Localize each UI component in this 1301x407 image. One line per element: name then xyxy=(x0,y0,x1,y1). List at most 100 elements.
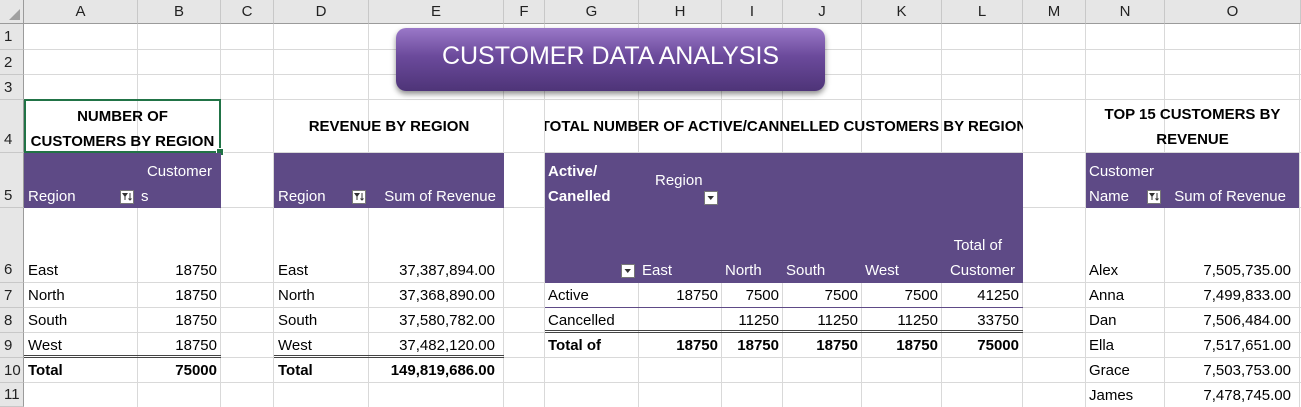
region-col-west[interactable]: West xyxy=(865,262,899,280)
select-all-corner[interactable] xyxy=(0,0,24,24)
row-header-6[interactable]: 6 xyxy=(0,208,24,283)
total-col-header-line1[interactable]: Total of xyxy=(942,237,1002,255)
status-col-header-line2[interactable]: Canelled xyxy=(548,188,611,206)
region-col-header[interactable]: Region xyxy=(655,172,703,190)
customer-name-col-header-line2[interactable]: Name xyxy=(1089,188,1129,206)
status-row-value-south[interactable]: 11250 xyxy=(783,312,858,330)
customers-row-count[interactable]: 18750 xyxy=(138,312,217,330)
customers-row-region[interactable]: North xyxy=(28,287,65,305)
region-col-east[interactable]: East xyxy=(642,262,672,280)
customers-total-value[interactable]: 75000 xyxy=(138,362,217,380)
region-dropdown-button[interactable] xyxy=(704,191,718,205)
row-header-1[interactable]: 1 xyxy=(0,24,24,50)
row-header-10[interactable]: 10 xyxy=(0,358,24,383)
status-row-value-west[interactable]: 7500 xyxy=(862,287,938,305)
revenue-total-label[interactable]: Total xyxy=(278,362,313,380)
customers-row-count[interactable]: 18750 xyxy=(138,262,217,280)
revenue-row-region[interactable]: East xyxy=(278,262,308,280)
top-customer-name[interactable]: James xyxy=(1089,387,1133,405)
row-header-9[interactable]: 9 xyxy=(0,333,24,358)
status-grand-total[interactable]: 75000 xyxy=(942,337,1019,355)
customer-name-col-header-line1[interactable]: Customer xyxy=(1089,163,1154,181)
column-header-b[interactable]: B xyxy=(138,0,221,24)
column-header-i[interactable]: I xyxy=(722,0,783,24)
status-row-label[interactable]: Cancelled xyxy=(548,312,615,330)
top-customer-revenue[interactable]: 7,506,484.00 xyxy=(1165,312,1291,330)
top-customer-revenue[interactable]: 7,499,833.00 xyxy=(1165,287,1291,305)
customers-count-col-header-line1[interactable]: Customer xyxy=(138,163,212,181)
customers-row-region[interactable]: West xyxy=(28,337,62,355)
column-header-c[interactable]: C xyxy=(221,0,274,24)
top-customer-name[interactable]: Ella xyxy=(1089,337,1114,355)
status-total-east[interactable]: 18750 xyxy=(639,337,718,355)
status-row-label[interactable]: Active xyxy=(548,287,589,305)
status-row-total[interactable]: 41250 xyxy=(942,287,1019,305)
row-header-8[interactable]: 8 xyxy=(0,308,24,333)
column-header-o[interactable]: O xyxy=(1165,0,1301,24)
status-row-value-east[interactable]: 18750 xyxy=(639,287,718,305)
customers-row-region[interactable]: East xyxy=(28,262,58,280)
column-header-d[interactable]: D xyxy=(274,0,369,24)
row-header-3[interactable]: 3 xyxy=(0,75,24,100)
top-customer-name[interactable]: Grace xyxy=(1089,362,1130,380)
revenue-row-value[interactable]: 37,482,120.00 xyxy=(369,337,495,355)
top-customer-revenue[interactable]: 7,517,651.00 xyxy=(1165,337,1291,355)
top-customers-heading: TOP 15 CUSTOMERS BY REVENUE xyxy=(1086,102,1299,152)
row-header-7[interactable]: 7 xyxy=(0,283,24,308)
revenue-region-col-header[interactable]: Region xyxy=(278,188,326,206)
revenue-row-region[interactable]: West xyxy=(278,337,312,355)
revenue-row-region[interactable]: South xyxy=(278,312,317,330)
status-row-value-south[interactable]: 7500 xyxy=(783,287,858,305)
status-col-header-line1[interactable]: Active/ xyxy=(548,163,597,181)
status-total-south[interactable]: 18750 xyxy=(783,337,858,355)
revenue-region-filter-button[interactable] xyxy=(352,190,366,204)
column-header-l[interactable]: L xyxy=(942,0,1023,24)
column-header-a[interactable]: A xyxy=(24,0,138,24)
status-row-value-north[interactable]: 11250 xyxy=(722,312,779,330)
column-header-k[interactable]: K xyxy=(862,0,942,24)
row-header-4[interactable]: 4 xyxy=(0,100,24,153)
status-dropdown-button[interactable] xyxy=(621,264,635,278)
column-header-f[interactable]: F xyxy=(504,0,545,24)
dashboard-title-banner[interactable]: CUSTOMER DATA ANALYSIS xyxy=(396,28,825,91)
status-total-label[interactable]: Total of xyxy=(548,337,601,355)
column-header-g[interactable]: G xyxy=(545,0,639,24)
revenue-total-value[interactable]: 149,819,686.00 xyxy=(369,362,495,380)
status-row-value-west[interactable]: 11250 xyxy=(862,312,938,330)
status-total-north[interactable]: 18750 xyxy=(722,337,779,355)
column-header-j[interactable]: J xyxy=(783,0,862,24)
row-header-11[interactable]: 11 xyxy=(0,383,24,407)
revenue-row-region[interactable]: North xyxy=(278,287,315,305)
column-header-m[interactable]: M xyxy=(1023,0,1086,24)
region-col-north[interactable]: North xyxy=(725,262,762,280)
top-customers-revenue-col-header[interactable]: Sum of Revenue xyxy=(1165,188,1286,206)
status-total-west[interactable]: 18750 xyxy=(862,337,938,355)
customers-total-label[interactable]: Total xyxy=(28,362,63,380)
customer-name-filter-button[interactable] xyxy=(1147,190,1161,204)
customers-row-count[interactable]: 18750 xyxy=(138,287,217,305)
customers-count-col-header-line2[interactable]: s xyxy=(141,188,149,206)
top-customer-revenue[interactable]: 7,505,735.00 xyxy=(1165,262,1291,280)
column-header-e[interactable]: E xyxy=(369,0,504,24)
row-header-5[interactable]: 5 xyxy=(0,153,24,208)
top-customer-name[interactable]: Dan xyxy=(1089,312,1117,330)
column-header-n[interactable]: N xyxy=(1086,0,1165,24)
status-row-value-north[interactable]: 7500 xyxy=(722,287,779,305)
top-customer-revenue[interactable]: 7,503,753.00 xyxy=(1165,362,1291,380)
region-col-south[interactable]: South xyxy=(786,262,825,280)
customers-region-col-header[interactable]: Region xyxy=(28,188,76,206)
customers-row-count[interactable]: 18750 xyxy=(138,337,217,355)
column-header-h[interactable]: H xyxy=(639,0,722,24)
status-row-total[interactable]: 33750 xyxy=(942,312,1019,330)
customers-region-filter-button[interactable] xyxy=(120,190,134,204)
top-customer-name[interactable]: Anna xyxy=(1089,287,1124,305)
revenue-row-value[interactable]: 37,368,890.00 xyxy=(369,287,495,305)
top-customer-revenue[interactable]: 7,478,745.00 xyxy=(1165,387,1291,405)
row-header-2[interactable]: 2 xyxy=(0,50,24,75)
customers-row-region[interactable]: South xyxy=(28,312,67,330)
revenue-row-value[interactable]: 37,387,894.00 xyxy=(369,262,495,280)
total-col-header-line2[interactable]: Customer xyxy=(942,262,1015,280)
top-customer-name[interactable]: Alex xyxy=(1089,262,1118,280)
revenue-row-value[interactable]: 37,580,782.00 xyxy=(369,312,495,330)
revenue-sum-col-header[interactable]: Sum of Revenue xyxy=(369,188,496,206)
